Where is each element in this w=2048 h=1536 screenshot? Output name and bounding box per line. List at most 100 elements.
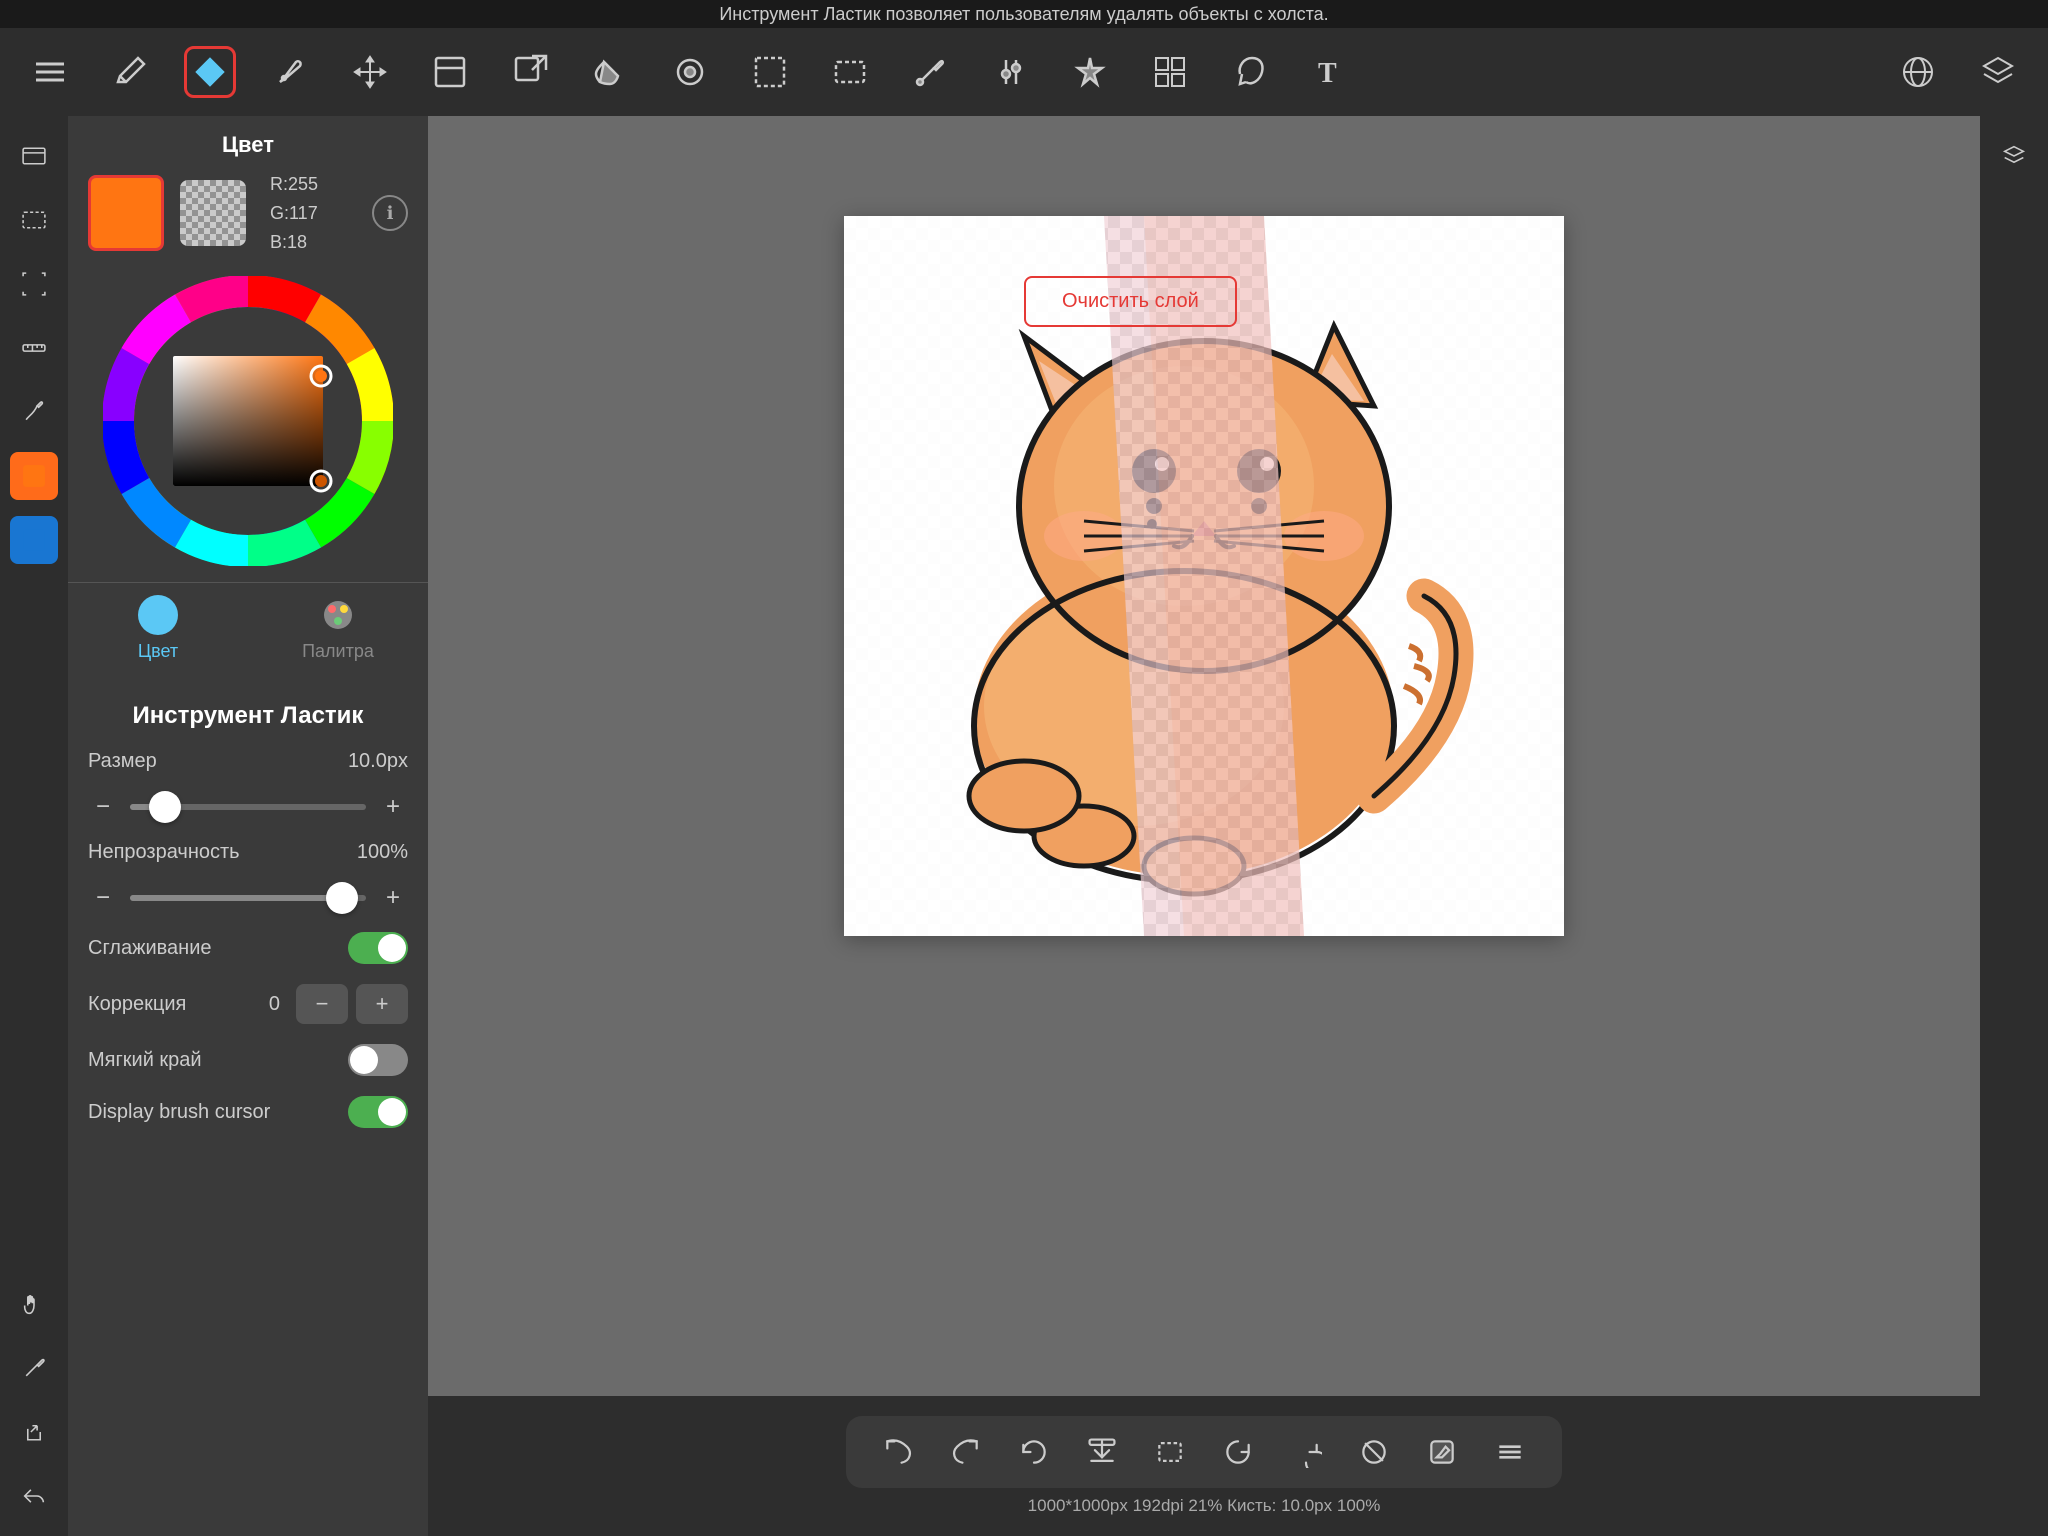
correction-buttons: − + <box>296 984 408 1024</box>
soft-edge-toggle-knob <box>350 1046 378 1074</box>
color-section: Цвет R:255 G:117 B:18 ℹ <box>68 116 428 686</box>
size-row: Размер 10.0px <box>88 750 408 773</box>
grid-icon[interactable] <box>1144 46 1196 98</box>
color-layer-icon[interactable] <box>10 452 58 500</box>
opacity-label: Непрозрачность <box>88 841 348 864</box>
lasso-icon[interactable] <box>1224 46 1276 98</box>
color-swatches: R:255 G:117 B:18 ℹ <box>68 170 428 256</box>
display-cursor-toggle[interactable] <box>348 1096 408 1128</box>
size-slider-container: − + <box>88 793 408 821</box>
size-increase-button[interactable]: + <box>378 793 408 821</box>
pencil-icon[interactable] <box>104 46 156 98</box>
rect-tool-icon[interactable] <box>744 46 796 98</box>
ruler-side-icon[interactable] <box>10 324 58 372</box>
secondary-color-swatch[interactable] <box>180 180 246 246</box>
display-cursor-row: Display brush cursor <box>88 1096 408 1128</box>
globe-icon[interactable] <box>1892 46 1944 98</box>
layers-side-icon[interactable] <box>10 132 58 180</box>
back-side-icon[interactable] <box>10 1472 58 1520</box>
correction-value: 0 <box>269 993 280 1016</box>
reset-button[interactable] <box>1214 1428 1262 1476</box>
opacity-value: 100% <box>348 841 408 864</box>
opacity-slider-fill <box>130 895 342 901</box>
layers-right-icon[interactable] <box>1990 132 2038 180</box>
brush-side-icon[interactable] <box>10 388 58 436</box>
transform-side-icon[interactable] <box>10 260 58 308</box>
edit-pen-button[interactable] <box>1418 1428 1466 1476</box>
soft-edge-row: Мягкий край <box>88 1044 408 1076</box>
menu-icon[interactable] <box>24 46 76 98</box>
opacity-row: Непрозрачность 100% <box>88 841 408 864</box>
move-tool-icon[interactable] <box>344 46 396 98</box>
pen-tool-icon[interactable] <box>264 46 316 98</box>
correction-decrease-button[interactable]: − <box>296 984 348 1024</box>
layers-toolbar-icon[interactable] <box>1972 46 2024 98</box>
color-section-title: Цвет <box>68 116 428 170</box>
correction-increase-button[interactable]: + <box>356 984 408 1024</box>
color-wheel-container <box>68 268 428 574</box>
download-button[interactable] <box>1078 1428 1126 1476</box>
rgb-b: B:18 <box>270 228 318 257</box>
soft-edge-toggle[interactable] <box>348 1044 408 1076</box>
rgb-r: R:255 <box>270 170 318 199</box>
no-entry-button[interactable] <box>1350 1428 1398 1476</box>
selection-tool-icon[interactable] <box>824 46 876 98</box>
size-label: Размер <box>88 750 348 773</box>
left-panel: Цвет R:255 G:117 B:18 ℹ <box>68 116 428 1536</box>
rotate-ccw-button[interactable] <box>1010 1428 1058 1476</box>
left-sidebar <box>0 116 68 1536</box>
transform-icon[interactable] <box>424 46 476 98</box>
top-notification-bar: Инструмент Ластик позволяет пользователя… <box>0 0 2048 28</box>
palette-tab-label: Палитра <box>302 641 374 662</box>
color-wheel[interactable] <box>103 276 393 566</box>
text-tool-icon[interactable]: T <box>1304 46 1356 98</box>
eyedropper-side-icon[interactable] <box>10 1344 58 1392</box>
magic-wand-icon[interactable] <box>1064 46 1116 98</box>
palette-tab-icon <box>318 595 358 635</box>
smoothing-row: Сглаживание <box>88 932 408 964</box>
export-icon[interactable] <box>504 46 556 98</box>
opacity-slider-thumb[interactable] <box>326 882 358 914</box>
color-rgb-values: R:255 G:117 B:18 <box>270 170 318 256</box>
color-tab-icon <box>138 595 178 635</box>
canvas-status: 1000*1000px 192dpi 21% Кисть: 10.0px 100… <box>1028 1496 1381 1516</box>
opacity-decrease-button[interactable]: − <box>88 884 118 912</box>
smoothing-toggle-knob <box>378 934 406 962</box>
rotate-cw-button[interactable] <box>1282 1428 1330 1476</box>
main-toolbar: T <box>0 28 2048 116</box>
rect-selection-button[interactable] <box>1146 1428 1194 1476</box>
notification-text: Инструмент Ластик позволяет пользователя… <box>719 4 1328 25</box>
menu-button[interactable] <box>1486 1428 1534 1476</box>
color-tab-label: Цвет <box>138 641 178 662</box>
tab-color[interactable]: Цвет <box>68 583 248 670</box>
size-value: 10.0px <box>348 750 408 773</box>
size-slider-thumb[interactable] <box>149 791 181 823</box>
color-info-button[interactable]: ℹ <box>372 195 408 231</box>
size-decrease-button[interactable]: − <box>88 793 118 821</box>
eyedropper-icon[interactable] <box>904 46 956 98</box>
share-side-icon[interactable] <box>10 1408 58 1456</box>
layer-blue-icon[interactable] <box>10 516 58 564</box>
canvas-area: Очистить слой <box>428 116 1980 1396</box>
eraser-tool-section: Инструмент Ластик Размер 10.0px − + Непр… <box>68 686 428 1536</box>
tab-palette[interactable]: Палитра <box>248 583 428 670</box>
redo-button[interactable] <box>942 1428 990 1476</box>
tool-title: Инструмент Ластик <box>88 702 408 730</box>
opacity-increase-button[interactable]: + <box>378 884 408 912</box>
paint-bucket-icon[interactable] <box>664 46 716 98</box>
primary-color-swatch[interactable] <box>88 175 164 251</box>
correction-label: Коррекция <box>88 993 269 1016</box>
display-cursor-toggle-knob <box>378 1098 406 1126</box>
opacity-slider[interactable] <box>130 895 366 901</box>
size-slider[interactable] <box>130 804 366 810</box>
fill-icon[interactable] <box>584 46 636 98</box>
bottom-tools-container <box>846 1416 1562 1488</box>
clear-layer-button[interactable]: Очистить слой <box>1024 276 1237 327</box>
undo-button[interactable] <box>874 1428 922 1476</box>
selection-side-icon[interactable] <box>10 196 58 244</box>
hand-tool-icon[interactable] <box>10 1280 58 1328</box>
eraser-active-icon[interactable] <box>184 46 236 98</box>
svg-text:T: T <box>1318 58 1337 89</box>
adjust-icon[interactable] <box>984 46 1036 98</box>
smoothing-toggle[interactable] <box>348 932 408 964</box>
